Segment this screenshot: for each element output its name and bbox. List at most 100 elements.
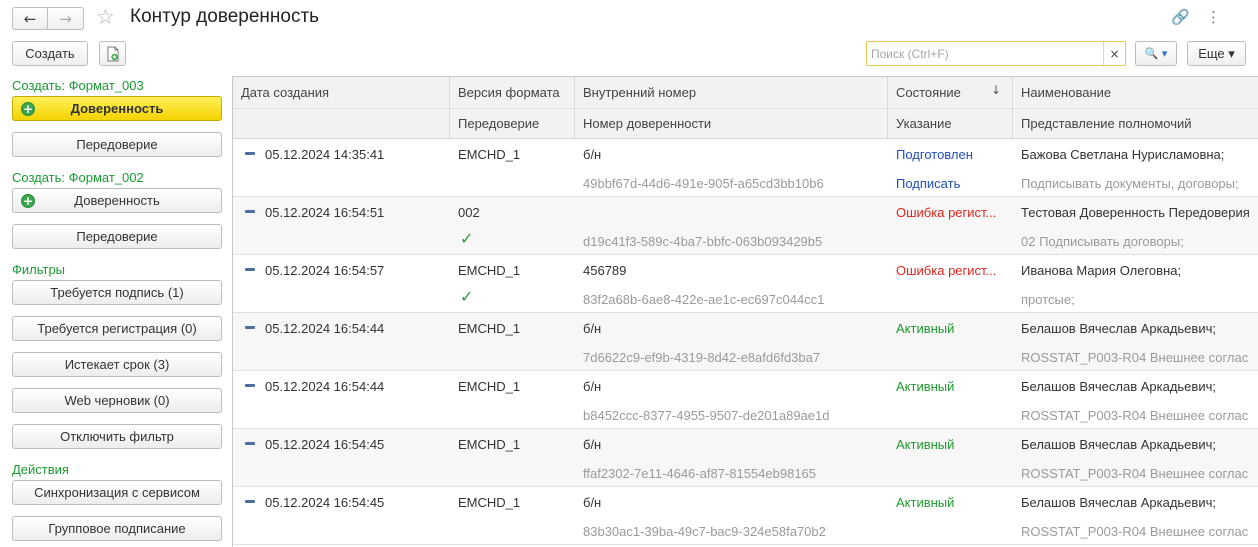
plus-circle-icon: + — [21, 102, 35, 116]
column-header-instruction[interactable]: Указание — [896, 116, 952, 131]
group-label-format-002: Создать: Формат_002 — [12, 170, 144, 185]
clear-search-button[interactable]: × — [1103, 42, 1125, 65]
cell-date: 05.12.2024 16:54:44 — [265, 379, 385, 394]
cell-power-number: 7d6622c9-ef9b-4319-8d42-e8afd6fd3ba7 — [583, 350, 821, 365]
cell-date: 05.12.2024 16:54:45 — [265, 437, 385, 452]
cell-internal-number: б/н — [583, 437, 602, 452]
more-vertical-icon[interactable]: ⋮ — [1206, 8, 1221, 26]
create-redelegation-003-button[interactable]: Передоверие — [12, 132, 222, 157]
cell-powers: ROSSTAT_P003-R04 Внешнее соглас — [1021, 466, 1249, 481]
search-input[interactable] — [869, 43, 1103, 64]
document-add-icon — [107, 46, 118, 61]
plus-circle-icon: + — [21, 194, 35, 208]
column-header-power-number[interactable]: Номер доверенности — [583, 116, 711, 131]
table-row[interactable]: 05.12.2024 16:54:51 002 ✓ d19c41f3-589c-4ba… — [233, 197, 1258, 255]
power-of-attorney-table: Дата создания Версия формата Передоверие… — [232, 76, 1258, 547]
link-icon[interactable]: 🔗 — [1171, 8, 1190, 26]
column-divider — [887, 77, 888, 139]
cell-internal-number: 456789 — [583, 263, 627, 278]
cell-powers: протсые; — [1021, 292, 1075, 307]
cell-name: Белашов Вячеслав Аркадьевич; — [1021, 379, 1216, 394]
table-header: Дата создания Версия формата Передоверие… — [233, 77, 1258, 139]
table-row[interactable]: 05.12.2024 14:35:41 EMCHD_1 б/н 49bbf67d-44… — [233, 139, 1258, 197]
cell-powers: 02 Подписывать договоры; — [1021, 234, 1184, 249]
cell-name: Белашов Вячеслав Аркадьевич; — [1021, 321, 1216, 336]
cell-state: Активный — [896, 495, 955, 510]
search-options-button[interactable]: 🔍 ▾ — [1135, 41, 1177, 66]
cell-state: Активный — [896, 379, 955, 394]
check-icon: ✓ — [460, 287, 474, 306]
favorite-star-icon[interactable]: ☆ — [96, 5, 115, 29]
cell-format: EMCHD_1 — [458, 437, 521, 452]
cell-state: Ошибка регист... — [896, 205, 997, 220]
page-title: Контур доверенность — [130, 6, 320, 27]
filter-expiring-label: Истекает срок (3) — [64, 357, 170, 372]
cell-internal-number: б/н — [583, 321, 602, 336]
sync-service-label: Синхронизация с сервисом — [34, 485, 200, 500]
column-header-powers[interactable]: Представление полномочий — [1021, 116, 1192, 131]
column-header-redelegation[interactable]: Передоверие — [458, 116, 539, 131]
filter-web-draft-button[interactable]: Web черновик (0) — [12, 388, 222, 413]
cell-powers: ROSSTAT_P003-R04 Внешнее соглас — [1021, 408, 1249, 423]
row-status-icon — [245, 326, 255, 329]
arrow-left-icon: ← — [23, 9, 37, 28]
group-sign-label: Групповое подписание — [48, 521, 186, 536]
cell-power-number: b8452ccc-8377-4955-9507-de201a89ae1d — [583, 408, 830, 423]
disable-filter-button[interactable]: Отключить фильтр — [12, 424, 222, 449]
column-header-internal-number[interactable]: Внутренний номер — [583, 85, 696, 100]
cell-state: Ошибка регист... — [896, 263, 997, 278]
column-header-name[interactable]: Наименование — [1021, 85, 1111, 100]
filter-signature-button[interactable]: Требуется подпись (1) — [12, 280, 222, 305]
table-row[interactable]: 05.12.2024 16:54:44 EMCHD_1 б/н 7d6622c9-ef… — [233, 313, 1258, 371]
create-button-label: Создать — [25, 46, 75, 61]
cell-date: 05.12.2024 16:54:45 — [265, 495, 385, 510]
create-redelegation-003-label: Передоверие — [76, 137, 158, 152]
cell-power-number: ffaf2302-7e11-4646-af87-81554eb98165 — [583, 466, 817, 481]
create-button[interactable]: Создать — [12, 41, 88, 66]
table-row[interactable]: 05.12.2024 16:54:45 EMCHD_1 б/н ffaf2302-7e… — [233, 429, 1258, 487]
filter-expiring-button[interactable]: Истекает срок (3) — [12, 352, 222, 377]
group-sign-button[interactable]: Групповое подписание — [12, 516, 222, 541]
forward-button[interactable]: → — [48, 7, 84, 30]
table-row[interactable]: 05.12.2024 16:54:45 EMCHD_1 б/н 83b30ac1-39… — [233, 487, 1258, 545]
cell-name: Белашов Вячеслав Аркадьевич; — [1021, 495, 1216, 510]
filter-registration-button[interactable]: Требуется регистрация (0) — [12, 316, 222, 341]
cell-state: Подготовлен — [896, 147, 973, 162]
column-header-created[interactable]: Дата создания — [241, 85, 329, 100]
cell-powers: ROSSTAT_P003-R04 Внешнее соглас — [1021, 524, 1249, 539]
create-power-003-button[interactable]: + Доверенность — [12, 96, 222, 121]
row-status-icon — [245, 384, 255, 387]
column-header-state[interactable]: Состояние — [896, 85, 961, 100]
back-button[interactable]: ← — [12, 7, 48, 30]
group-label-filters: Фильтры — [12, 262, 66, 277]
cell-power-number: 49bbf67d-44d6-491e-905f-a65cd3bb10b6 — [583, 176, 824, 191]
create-from-file-button[interactable] — [99, 41, 126, 66]
check-icon: ✓ — [460, 229, 474, 248]
row-status-icon — [245, 210, 255, 213]
cell-power-number: 83f2a68b-6ae8-422e-ae1c-ec697c044cc1 — [583, 292, 825, 307]
cell-internal-number: б/н — [583, 379, 602, 394]
search-field[interactable]: × — [866, 41, 1126, 66]
cell-powers: ROSSTAT_P003-R04 Внешнее соглас — [1021, 350, 1249, 365]
cell-format: EMCHD_1 — [458, 263, 521, 278]
cell-name: Иванова Мария Олеговна; — [1021, 263, 1182, 278]
column-header-format-version[interactable]: Версия формата — [458, 85, 560, 100]
group-label-actions: Действия — [12, 462, 69, 477]
table-row[interactable]: 05.12.2024 16:54:57 EMCHD_1 ✓ 456789 83f2a68… — [233, 255, 1258, 313]
cell-power-number: 83b30ac1-39ba-49c7-bac9-324e58fa70b2 — [583, 524, 826, 539]
header-divider — [233, 108, 1258, 109]
column-divider — [449, 77, 450, 139]
table-row[interactable]: 05.12.2024 16:54:44 EMCHD_1 б/н b8452ccc-83… — [233, 371, 1258, 429]
cell-state: Активный — [896, 321, 955, 336]
row-status-icon — [245, 500, 255, 503]
cell-internal-number: б/н — [583, 147, 602, 162]
column-divider — [1012, 77, 1013, 139]
more-button-label: Еще ▾ — [1198, 45, 1235, 61]
create-redelegation-002-button[interactable]: Передоверие — [12, 224, 222, 249]
create-power-002-button[interactable]: + Доверенность — [12, 188, 222, 213]
cell-format: EMCHD_1 — [458, 321, 521, 336]
filter-registration-label: Требуется регистрация (0) — [37, 321, 197, 336]
sync-service-button[interactable]: Синхронизация с сервисом — [12, 480, 222, 505]
more-button[interactable]: Еще ▾ — [1187, 41, 1246, 66]
create-power-002-label: Доверенность — [74, 193, 160, 208]
